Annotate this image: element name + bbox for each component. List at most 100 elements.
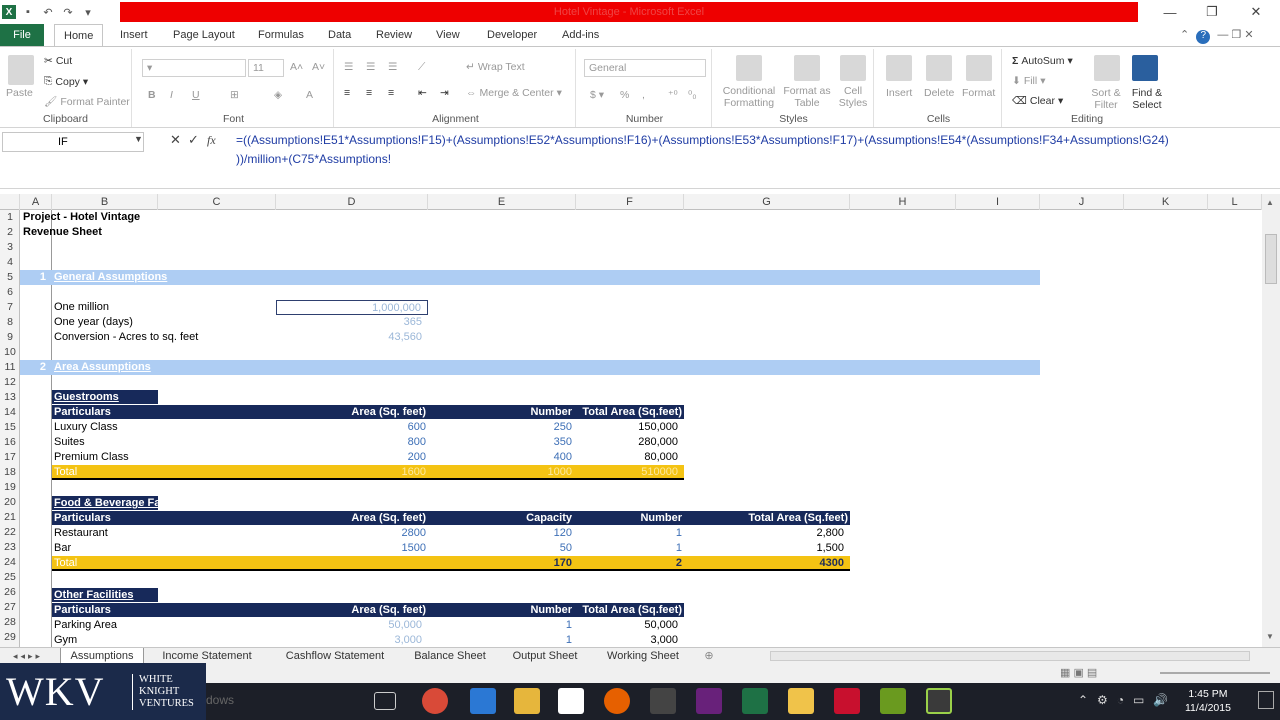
table-cell[interactable]: 350	[428, 435, 572, 450]
guestrooms-title[interactable]: Guestrooms	[54, 390, 119, 405]
column-header[interactable]: B	[52, 194, 158, 210]
column-header[interactable]: A	[20, 194, 52, 210]
firefox-icon[interactable]	[604, 688, 630, 714]
align-middle-icon[interactable]: ☰	[366, 61, 375, 73]
search-hint[interactable]: dows	[206, 693, 234, 707]
table-cell[interactable]: 600	[276, 420, 426, 435]
name-box-dropdown-icon[interactable]: ▼	[134, 134, 143, 144]
select-all-corner[interactable]	[0, 194, 20, 210]
section-number[interactable]: 2	[20, 360, 46, 375]
excel-app-icon[interactable]: X	[2, 5, 16, 19]
table-header[interactable]: Area (Sq. feet)	[276, 511, 426, 526]
row-header[interactable]: 12	[0, 375, 20, 390]
zoom-slider[interactable]	[1160, 672, 1270, 674]
scroll-thumb[interactable]	[1265, 234, 1277, 284]
row-header[interactable]: 8	[0, 315, 20, 330]
help-icon[interactable]: ?	[1196, 30, 1211, 44]
scroll-down-icon[interactable]: ▼	[1266, 632, 1274, 641]
camtasia-icon[interactable]	[880, 688, 906, 714]
sheet-tab-assumptions[interactable]: Assumptions	[60, 648, 144, 664]
tab-home[interactable]: Home	[54, 24, 104, 47]
copy-button[interactable]: ⎘ Copy ▾	[44, 75, 88, 88]
sheet-tab-balance[interactable]: Balance Sheet	[406, 648, 494, 664]
enter-formula-icon[interactable]: ✓	[188, 132, 199, 148]
row-header[interactable]: 19	[0, 480, 20, 495]
table-header[interactable]: Particulars	[54, 405, 111, 420]
currency-icon[interactable]: $ ▾	[590, 89, 604, 101]
workbook-close-icon[interactable]: ✕	[1244, 29, 1253, 41]
column-header[interactable]: D	[276, 194, 428, 210]
total-cell[interactable]: 1600	[276, 465, 426, 480]
table-header[interactable]: Particulars	[54, 511, 111, 526]
underline-button[interactable]: U	[192, 89, 200, 101]
new-sheet-icon[interactable]: ⊕	[700, 648, 718, 664]
row-header[interactable]: 26	[0, 585, 20, 600]
column-header[interactable]: E	[428, 194, 576, 210]
table-cell[interactable]: 50,000	[276, 618, 422, 633]
row-header[interactable]: 21	[0, 510, 20, 525]
edge-icon[interactable]	[470, 688, 496, 714]
borders-icon[interactable]: ⊞	[230, 89, 239, 101]
row-header[interactable]: 15	[0, 420, 20, 435]
column-header[interactable]: I	[956, 194, 1040, 210]
one-million-value[interactable]: 1,000,000	[276, 300, 428, 315]
fill-color-icon[interactable]: ◈	[274, 89, 282, 101]
sheet-tab-working[interactable]: Working Sheet	[596, 648, 690, 664]
system-clock[interactable]: 1:45 PM 11/4/2015	[1185, 687, 1231, 715]
one-year-label[interactable]: One year (days)	[54, 315, 133, 330]
acrobat-icon[interactable]	[834, 688, 860, 714]
close-button[interactable]: ✕	[1236, 0, 1276, 24]
table-header[interactable]: Capacity	[428, 511, 572, 526]
row-header[interactable]: 25	[0, 570, 20, 585]
comma-icon[interactable]: ,	[642, 89, 645, 101]
customize-qat-icon[interactable]: ▾	[80, 4, 96, 20]
orientation-icon[interactable]: ⟋	[418, 61, 425, 74]
one-year-value[interactable]: 365	[276, 315, 422, 330]
table-cell[interactable]: 250	[428, 420, 572, 435]
tab-file[interactable]: File	[0, 24, 44, 46]
autosum-button[interactable]: Σ AutoSum ▾	[1012, 55, 1073, 67]
insert-function-icon[interactable]: fx	[207, 133, 216, 148]
table-cell[interactable]: 400	[428, 450, 572, 465]
sheet-tab-income[interactable]: Income Statement	[150, 648, 264, 664]
align-left-icon[interactable]: ≡	[344, 87, 350, 99]
row-header[interactable]: 1	[0, 210, 20, 225]
number-format-combo[interactable]: General	[584, 59, 706, 77]
decrease-decimal-icon[interactable]: ⁰₀	[688, 89, 697, 101]
save-icon[interactable]: ▪	[20, 4, 36, 20]
notification-icon[interactable]	[1258, 691, 1274, 709]
font-name-combo[interactable]: ▾	[142, 59, 246, 77]
table-cell[interactable]: 2800	[276, 526, 426, 541]
sheet-subtitle[interactable]: Revenue Sheet	[23, 225, 102, 240]
column-header[interactable]: L	[1208, 194, 1262, 210]
table-cell[interactable]: 150,000	[576, 420, 678, 435]
table-cell[interactable]: 50	[428, 541, 572, 556]
table-cell[interactable]: 120	[428, 526, 572, 541]
sheet-nav-icon[interactable]: ◂◂▸▸	[4, 648, 52, 664]
conditional-formatting-button[interactable]: Conditional Formatting	[720, 85, 778, 109]
row-header[interactable]: 29	[0, 630, 20, 645]
row-header[interactable]: 2	[0, 225, 20, 240]
view-mode-icons[interactable]: ▦ ▣ ▤	[1060, 666, 1097, 679]
excel-taskbar-icon[interactable]	[742, 688, 768, 714]
wrap-text-button[interactable]: ↵ Wrap Text	[466, 61, 525, 73]
row-header[interactable]: 18	[0, 465, 20, 480]
sort-filter-button[interactable]: Sort & Filter	[1088, 87, 1124, 111]
section-title[interactable]: Area Assumptions	[54, 360, 151, 375]
system-tray-icons[interactable]: ⌃⚙◔▭🔊	[1078, 693, 1177, 707]
total-cell[interactable]: 510000	[576, 465, 678, 480]
sheet-title[interactable]: Project - Hotel Vintage	[23, 210, 140, 225]
table-cell[interactable]: 3,000	[276, 633, 422, 647]
sheet-tab-output[interactable]: Output Sheet	[502, 648, 588, 664]
font-size-combo[interactable]: 11	[248, 59, 284, 77]
table-cell[interactable]: 50,000	[576, 618, 678, 633]
row-header[interactable]: 6	[0, 285, 20, 300]
tab-review[interactable]: Review	[367, 24, 421, 46]
total-cell[interactable]: 1000	[428, 465, 572, 480]
sheet-tab-cashflow[interactable]: Cashflow Statement	[272, 648, 398, 664]
table-header[interactable]: Area (Sq. feet)	[276, 405, 426, 420]
column-header[interactable]: F	[576, 194, 684, 210]
column-header[interactable]: G	[684, 194, 850, 210]
cell-styles-button[interactable]: Cell Styles	[836, 85, 870, 109]
align-center-icon[interactable]: ≡	[366, 87, 372, 99]
